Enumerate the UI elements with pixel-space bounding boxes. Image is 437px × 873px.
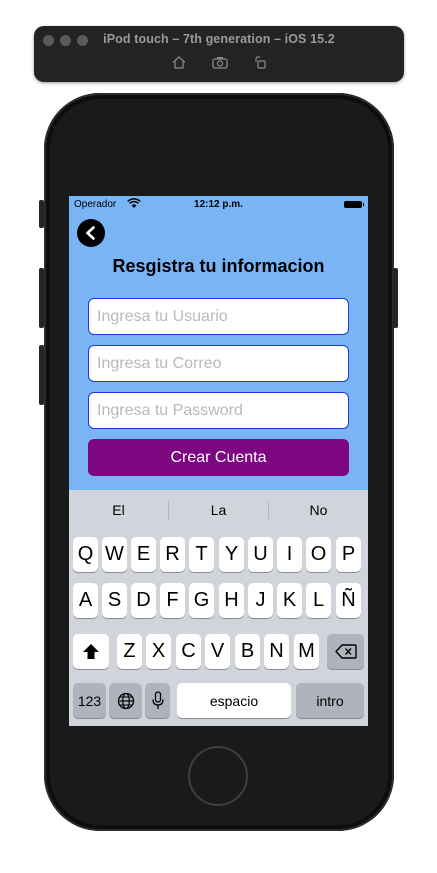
return-key[interactable]: intro <box>296 683 364 718</box>
key-e[interactable]: E <box>131 537 156 572</box>
suggestion-1[interactable]: El <box>69 502 168 518</box>
dictation-key[interactable] <box>145 683 170 718</box>
email-input[interactable] <box>88 345 349 382</box>
shift-key[interactable] <box>73 634 109 669</box>
numbers-key[interactable]: 123 <box>73 683 106 718</box>
suggestion-3[interactable]: No <box>269 502 368 518</box>
status-time: 12:12 p.m. <box>194 199 243 210</box>
suggestion-bar: El La No <box>69 490 368 530</box>
battery-icon <box>344 201 364 208</box>
key-i[interactable]: I <box>277 537 302 572</box>
mute-switch <box>39 200 44 228</box>
globe-key[interactable] <box>109 683 142 718</box>
status-bar: Operador 12:12 p.m. <box>69 196 368 214</box>
simulator-title-bar: iPod touch – 7th generation – iOS 15.2 <box>34 26 404 82</box>
key-q[interactable]: Q <box>73 537 98 572</box>
password-input[interactable] <box>88 392 349 429</box>
microphone-icon <box>151 691 164 709</box>
key-j[interactable]: J <box>248 583 273 618</box>
key-t[interactable]: T <box>189 537 214 572</box>
key-p[interactable]: P <box>336 537 361 572</box>
key-r[interactable]: R <box>160 537 185 572</box>
key-x[interactable]: X <box>146 634 171 669</box>
key-h[interactable]: H <box>219 583 244 618</box>
key-b[interactable]: B <box>235 634 260 669</box>
key-a[interactable]: A <box>73 583 98 618</box>
key-u[interactable]: U <box>248 537 273 572</box>
shift-arrow-icon <box>83 644 99 659</box>
key-v[interactable]: V <box>205 634 230 669</box>
key-z[interactable]: Z <box>117 634 142 669</box>
rotate-icon[interactable] <box>254 56 267 69</box>
key-w[interactable]: W <box>102 537 127 572</box>
suggestion-2[interactable]: La <box>169 502 268 518</box>
volume-up-button <box>39 268 44 328</box>
key-d[interactable]: D <box>131 583 156 618</box>
key-c[interactable]: C <box>176 634 201 669</box>
key-g[interactable]: G <box>189 583 214 618</box>
key-y[interactable]: Y <box>219 537 244 572</box>
key-o[interactable]: O <box>306 537 331 572</box>
key-k[interactable]: K <box>277 583 302 618</box>
simulator-title: iPod touch – 7th generation – iOS 15.2 <box>103 32 335 46</box>
key-s[interactable]: S <box>102 583 127 618</box>
key-f[interactable]: F <box>160 583 185 618</box>
back-button[interactable] <box>77 219 105 247</box>
key-l[interactable]: L <box>306 583 331 618</box>
chevron-left-icon <box>86 226 95 240</box>
screenshot-icon[interactable] <box>211 56 228 69</box>
username-input[interactable] <box>88 298 349 335</box>
volume-down-button <box>39 345 44 405</box>
key-enye[interactable]: Ñ <box>336 583 361 618</box>
home-icon[interactable] <box>172 56 186 69</box>
power-button <box>393 268 398 328</box>
create-account-button[interactable]: Crear Cuenta <box>88 439 349 476</box>
home-button[interactable] <box>188 746 248 806</box>
device-screen: Operador 12:12 p.m. Resgistra tu informa… <box>69 196 368 726</box>
key-m[interactable]: M <box>294 634 319 669</box>
page-title: Resgistra tu informacion <box>112 256 325 276</box>
space-key[interactable]: espacio <box>177 683 291 718</box>
delete-key[interactable] <box>327 634 364 669</box>
globe-icon <box>117 692 134 709</box>
backspace-icon <box>334 644 357 659</box>
key-n[interactable]: N <box>264 634 289 669</box>
keyboard: El La No Q W E R T Y U I O P A S D F G H… <box>69 490 368 726</box>
